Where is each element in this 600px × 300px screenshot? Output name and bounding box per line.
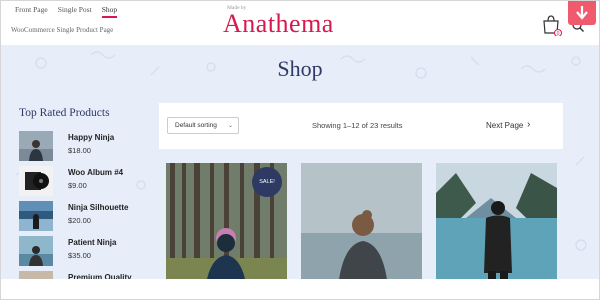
- top-rated-list: Happy Ninja $18.00 Woo Album #4 $9.00 Ni…: [19, 131, 149, 299]
- product-thumbnail[interactable]: [19, 166, 53, 196]
- page-title: Shop: [277, 56, 323, 81]
- product-thumbnail[interactable]: [19, 131, 53, 161]
- list-item[interactable]: Happy Ninja $18.00: [19, 131, 149, 166]
- next-page-link[interactable]: Next Page: [486, 121, 523, 130]
- product-thumbnail[interactable]: [19, 236, 53, 266]
- cart-count: 0: [557, 31, 560, 36]
- download-arrow-icon[interactable]: [568, 1, 596, 25]
- list-item[interactable]: Ninja Silhouette $20.00: [19, 201, 149, 236]
- list-item[interactable]: Patient Ninja $35.00: [19, 236, 149, 271]
- nav-woocommerce-single-product[interactable]: WooCommerce Single Product Page: [11, 26, 113, 34]
- product-price: $18.00: [68, 146, 91, 155]
- main-nav: Front Page Single Post Shop: [15, 5, 118, 18]
- nav-front-page[interactable]: Front Page: [15, 5, 48, 18]
- bottom-bar: [1, 279, 599, 299]
- product-price: $20.00: [68, 216, 91, 225]
- browser-frame: Front Page Single Post Shop WooCommerce …: [0, 0, 600, 300]
- product-price: $35.00: [68, 251, 91, 260]
- sort-select-value: Default sorting: [175, 122, 217, 129]
- sale-badge: SALE!: [252, 167, 282, 197]
- chevron-down-icon: ⌄: [227, 123, 233, 129]
- nav-shop[interactable]: Shop: [101, 5, 118, 18]
- site-header: Front Page Single Post Shop WooCommerce …: [1, 1, 599, 45]
- sidebar-title: Top Rated Products: [19, 107, 110, 119]
- chevron-right-icon[interactable]: ›: [527, 119, 530, 130]
- shop-main: Shop Top Rated Products Happy Ninja $18.…: [1, 45, 599, 299]
- sort-select[interactable]: Default sorting ⌄: [167, 117, 239, 134]
- product-name[interactable]: Patient Ninja: [68, 238, 116, 247]
- site-logo[interactable]: Anathema: [223, 9, 334, 39]
- cart-icon[interactable]: 0: [541, 14, 563, 37]
- product-thumbnail[interactable]: [19, 201, 53, 231]
- nav-single-post[interactable]: Single Post: [58, 5, 92, 18]
- product-name[interactable]: Ninja Silhouette: [68, 203, 128, 212]
- product-name[interactable]: Happy Ninja: [68, 133, 114, 142]
- results-count: Showing 1–12 of 23 results: [312, 121, 403, 130]
- product-name[interactable]: Woo Album #4: [68, 168, 123, 177]
- shop-toolbar: Default sorting ⌄ Showing 1–12 of 23 res…: [159, 103, 563, 149]
- list-item[interactable]: Woo Album #4 $9.00: [19, 166, 149, 201]
- product-price: $9.00: [68, 181, 87, 190]
